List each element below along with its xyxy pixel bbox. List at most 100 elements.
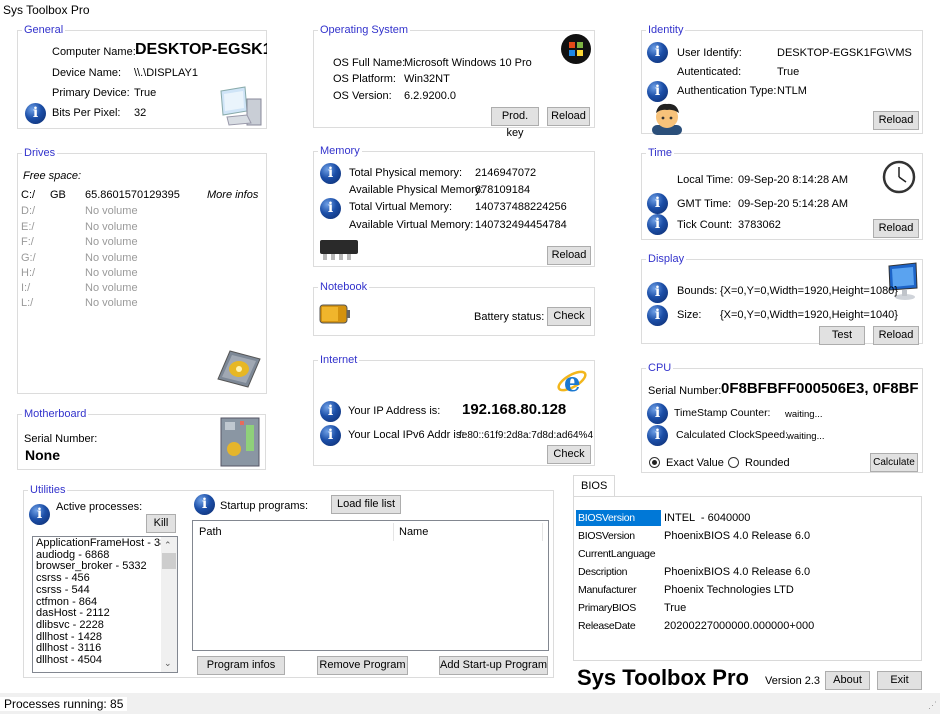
bios-value: True (664, 602, 687, 614)
general-legend: General (22, 23, 66, 37)
rounded-label[interactable]: Rounded (745, 457, 790, 470)
prod-key-button[interactable]: Prod. key (491, 107, 539, 139)
bounds-label: Bounds: (677, 285, 718, 297)
startup-programs-label: Startup programs: (220, 500, 309, 512)
bios-row[interactable]: BIOSVersion INTEL - 6040000 (576, 510, 916, 526)
bios-tab[interactable]: BIOS (573, 475, 615, 497)
display-reload-button[interactable]: Reload (873, 326, 919, 345)
local-time-value: 09-Sep-20 8:14:28 AM (738, 174, 849, 186)
primary-device-label: Primary Device: (52, 87, 130, 99)
battery-check-button[interactable]: Check (547, 307, 591, 326)
memory-reload-button[interactable]: Reload (547, 246, 591, 265)
bpp-label: Bits Per Pixel: (52, 107, 121, 119)
more-infos-link[interactable]: More infos (207, 189, 258, 202)
hard-drive-icon (217, 350, 261, 388)
memory-chip-icon (320, 240, 358, 260)
bios-key: BIOSVersion (576, 510, 661, 526)
column-header-name[interactable]: Name (399, 526, 428, 539)
bios-tab-label: BIOS (581, 480, 608, 492)
scroll-up-icon[interactable]: ⌃ (164, 540, 172, 551)
info-icon (647, 42, 668, 63)
identity-reload-button[interactable]: Reload (873, 111, 919, 130)
info-icon (647, 403, 668, 424)
cpu-legend: CPU (646, 361, 674, 375)
calculate-button[interactable]: Calculate (870, 453, 918, 472)
drive-letter: F:/ (21, 236, 34, 248)
rounded-radio[interactable] (728, 457, 739, 468)
available-physical-value: 678109184 (475, 184, 531, 196)
process-list-item[interactable]: dlibsvc - 2228 (33, 619, 177, 632)
user-identify-value: DESKTOP-EGSK1FG\VMS (777, 47, 912, 59)
internet-explorer-icon: e (557, 368, 587, 397)
bios-row[interactable]: Manufacturer Phoenix Technologies LTD (576, 582, 916, 598)
time-reload-button[interactable]: Reload (873, 219, 919, 238)
cpu-serial-value: 0F8BFBFF000506E3, 0F8BF (721, 382, 919, 395)
process-list-item[interactable]: ApplicationFrameHost - 384 (33, 537, 177, 550)
os-version-value: 6.2.9200.0 (404, 90, 456, 102)
time-legend: Time (646, 146, 675, 160)
notebook-group: Notebook Battery status: Check (313, 280, 595, 336)
info-icon (320, 401, 341, 422)
info-icon (320, 425, 341, 446)
process-list-item[interactable]: csrss - 544 (33, 584, 177, 597)
bios-key: BIOSVersion (578, 530, 635, 542)
exact-value-radio[interactable] (649, 457, 660, 468)
drive-letter: G:/ (21, 252, 36, 264)
bios-key: Manufacturer (578, 584, 637, 596)
about-button[interactable]: About (825, 671, 870, 690)
motherboard-icon (220, 417, 260, 467)
startup-programs-table[interactable]: Path Name (192, 520, 549, 651)
info-icon (647, 282, 668, 303)
bios-key: Description (578, 566, 628, 578)
program-infos-button[interactable]: Program infos (197, 656, 285, 675)
total-virtual-value: 140737488224256 (475, 201, 567, 213)
authenticated-label: Autenticated: (677, 66, 742, 78)
motherboard-legend: Motherboard (22, 407, 89, 421)
remove-program-button[interactable]: Remove Program (317, 656, 408, 675)
process-listbox[interactable]: ApplicationFrameHost - 384 audiodg - 6868… (32, 536, 178, 673)
mb-serial-label: Serial Number: (24, 433, 98, 445)
bios-value: PhoenixBIOS 4.0 Release 6.0 (664, 566, 811, 578)
column-header-path[interactable]: Path (199, 526, 222, 539)
bios-row[interactable]: CurrentLanguage (576, 546, 916, 562)
bios-row[interactable]: Description PhoenixBIOS 4.0 Release 6.0 (576, 564, 916, 580)
notebook-legend: Notebook (318, 280, 370, 294)
os-reload-button[interactable]: Reload (547, 107, 590, 126)
computer-name-value: DESKTOP-EGSK1 (135, 43, 267, 56)
process-scrollbar[interactable]: ⌃ ⌄ (161, 537, 177, 672)
drive-letter: L:/ (21, 297, 34, 309)
load-file-list-button[interactable]: Load file list (331, 495, 401, 514)
info-icon (25, 103, 46, 124)
drive-free-space: No volume (85, 282, 138, 294)
kill-button[interactable]: Kill (146, 514, 176, 533)
internet-group: Internet e Your IP Address is: 192.168.8… (313, 353, 595, 466)
scroll-thumb[interactable] (162, 553, 176, 569)
display-test-button[interactable]: Test (819, 326, 865, 345)
exit-button[interactable]: Exit (877, 671, 922, 690)
bios-value: 20200227000000.000000+000 (664, 620, 815, 632)
processes-running-status: Processes running: 85 (0, 697, 128, 711)
available-virtual-value: 140732494454784 (475, 219, 567, 231)
exact-value-label[interactable]: Exact Value (666, 457, 724, 470)
bios-row[interactable]: ReleaseDate 20200227000000.000000+000 (576, 618, 916, 634)
os-legend: Operating System (318, 23, 411, 37)
timestamp-counter-label: TimeStamp Counter: (674, 407, 771, 419)
resize-grip-icon[interactable]: ⋰ (928, 699, 937, 712)
os-platform-label: OS Platform: (333, 73, 396, 85)
battery-icon (319, 304, 350, 324)
drive-letter: D:/ (21, 205, 36, 217)
scroll-down-icon[interactable]: ⌄ (164, 658, 172, 669)
add-startup-program-button[interactable]: Add Start-up Program (439, 656, 548, 675)
authenticated-value: True (777, 66, 800, 78)
bios-row[interactable]: PrimaryBIOS True (576, 600, 916, 616)
drive-free-space: No volume (85, 236, 138, 248)
bios-row[interactable]: BIOSVersion PhoenixBIOS 4.0 Release 6.0 (576, 528, 916, 544)
time-group: Time Local Time: 09-Sep-20 8:14:28 AM GM… (641, 146, 923, 240)
process-list-item[interactable]: dllhost - 4504 (33, 654, 177, 667)
cpu-group: CPU Serial Number: 0F8BFBFF000506E3, 0F8… (641, 361, 923, 473)
ipv6-label: Your Local IPv6 Addr is: (348, 429, 465, 441)
internet-check-button[interactable]: Check (547, 445, 591, 464)
info-icon (320, 163, 341, 184)
brand-title: Sys Toolbox Pro (577, 665, 749, 690)
info-icon (647, 305, 668, 326)
